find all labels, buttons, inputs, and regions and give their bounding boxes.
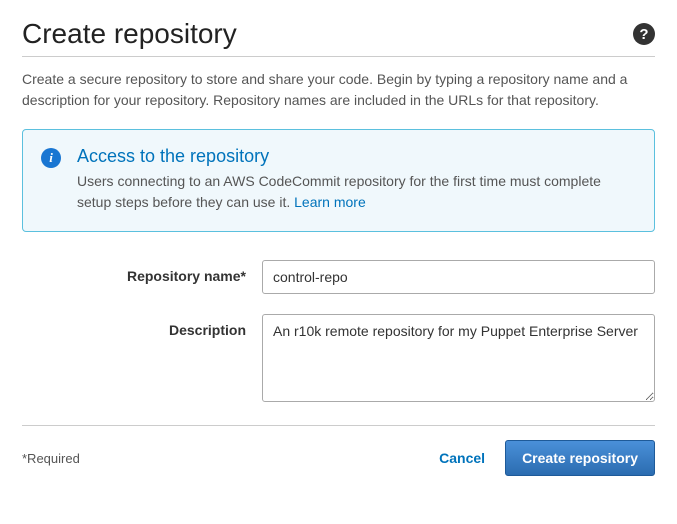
page-title: Create repository xyxy=(22,18,237,50)
create-repository-button[interactable]: Create repository xyxy=(505,440,655,476)
info-icon: i xyxy=(41,148,61,168)
form-area: Repository name* Description xyxy=(22,260,655,405)
cancel-button[interactable]: Cancel xyxy=(435,442,489,474)
help-icon[interactable]: ? xyxy=(633,23,655,45)
description-input[interactable] xyxy=(262,314,655,402)
required-note: *Required xyxy=(22,451,80,466)
info-box-body: Users connecting to an AWS CodeCommit re… xyxy=(77,171,636,213)
learn-more-link[interactable]: Learn more xyxy=(294,194,366,210)
repo-name-label: Repository name* xyxy=(22,260,262,284)
info-box-title: Access to the repository xyxy=(77,146,636,167)
intro-text: Create a secure repository to store and … xyxy=(22,69,655,111)
repo-name-input[interactable] xyxy=(262,260,655,294)
description-label: Description xyxy=(22,314,262,338)
info-box: i Access to the repository Users connect… xyxy=(22,129,655,232)
